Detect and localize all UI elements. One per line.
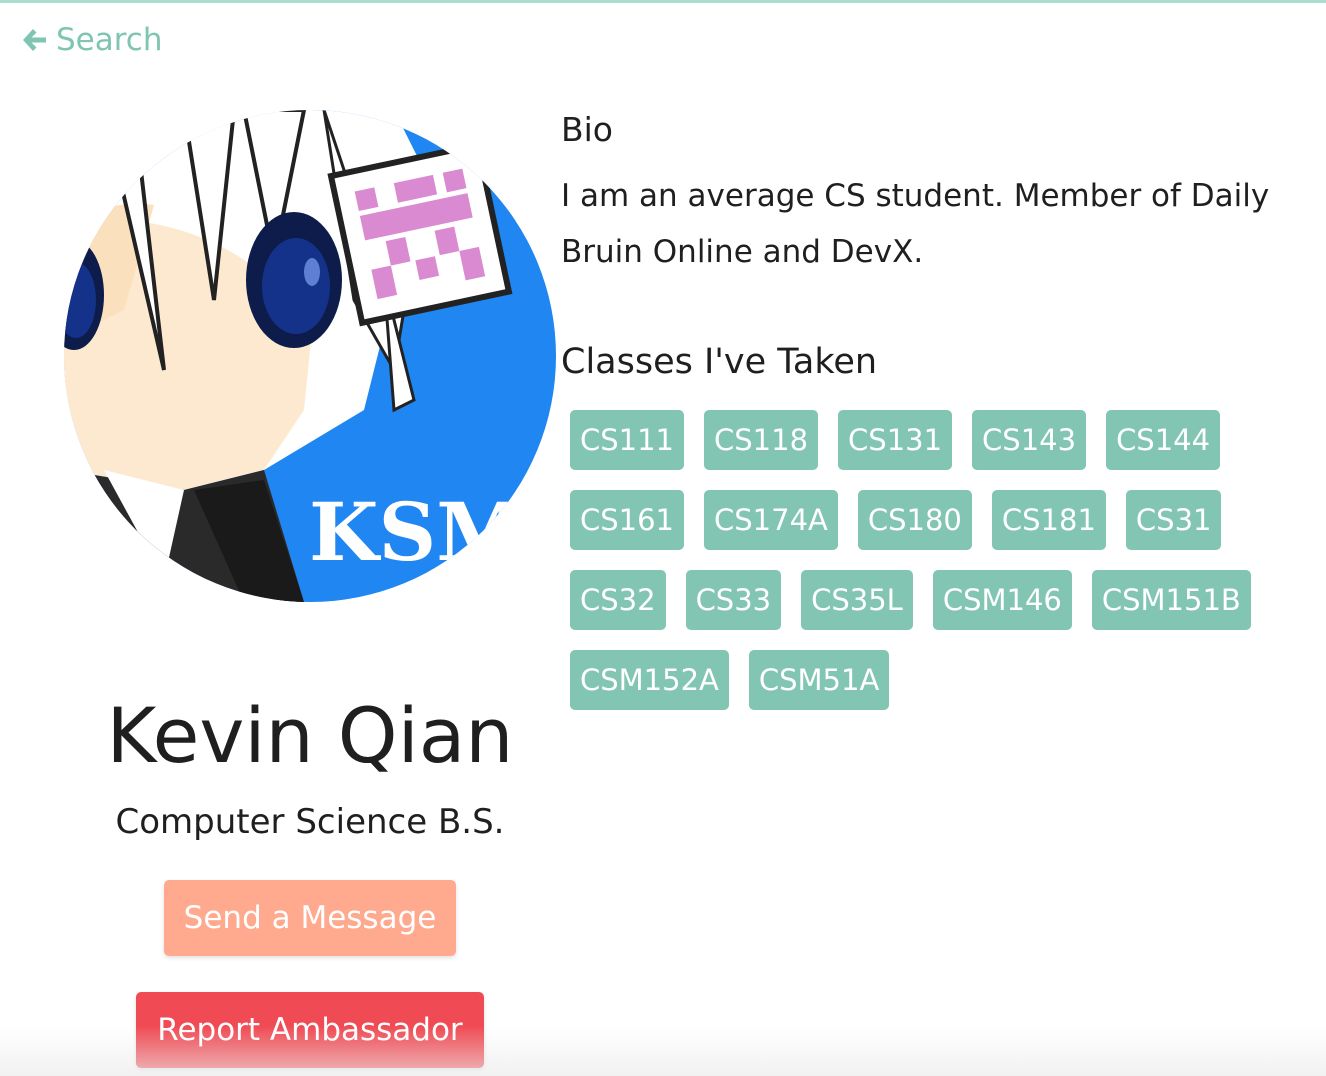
ambassador-name: Kevin Qian (106, 691, 514, 780)
class-tag[interactable]: CS143 (972, 410, 1087, 470)
class-tag[interactable]: CS111 (570, 410, 685, 470)
class-tag[interactable]: CSM152A (570, 650, 729, 710)
class-tag-row: CS111 CS118 CS131 CS143 CS144 (570, 410, 1290, 470)
bio-heading: Bio (561, 110, 613, 149)
class-tag[interactable]: CS33 (685, 570, 782, 630)
avatar-ksm-text: KSM (309, 485, 525, 579)
class-tag[interactable]: CSM146 (932, 570, 1072, 630)
class-tag-row: CS161 CS174A CS180 CS181 CS31 (570, 490, 1290, 550)
class-tag[interactable]: CS180 (857, 490, 972, 550)
class-tag[interactable]: CS31 (1125, 490, 1222, 550)
classes-heading: Classes I've Taken (561, 342, 878, 382)
class-tag-row: CSM152A CSM51A (570, 650, 1290, 710)
class-tag[interactable]: CS161 (570, 490, 685, 550)
back-link-label: Search (56, 22, 163, 58)
class-tag-row: CS32 CS33 CS35L CSM146 CSM151B (570, 570, 1290, 630)
top-border (0, 0, 1326, 3)
class-tag[interactable]: CS131 (838, 410, 953, 470)
class-tag[interactable]: CSM151B (1091, 570, 1251, 630)
profile-avatar: KSM (64, 110, 556, 602)
class-tag-list: CS111 CS118 CS131 CS143 CS144 CS161 CS17… (570, 410, 1290, 730)
class-tag[interactable]: CSM51A (748, 650, 890, 710)
bio-text: I am an average CS student. Member of Da… (561, 178, 1270, 270)
class-tag[interactable]: CS118 (704, 410, 819, 470)
class-tag[interactable]: CS174A (704, 490, 838, 550)
back-to-search-link[interactable]: Search (20, 22, 163, 58)
class-tag[interactable]: CS32 (570, 570, 666, 630)
class-tag[interactable]: CS181 (991, 490, 1106, 550)
class-tag[interactable]: CS35L (801, 570, 913, 630)
report-ambassador-button[interactable]: Report Ambassador (136, 992, 484, 1068)
ambassador-major: Computer Science B.S. (115, 802, 505, 842)
arrow-left-icon (23, 29, 46, 51)
send-message-button[interactable]: Send a Message (164, 880, 456, 956)
class-tag[interactable]: CS144 (1106, 410, 1221, 470)
